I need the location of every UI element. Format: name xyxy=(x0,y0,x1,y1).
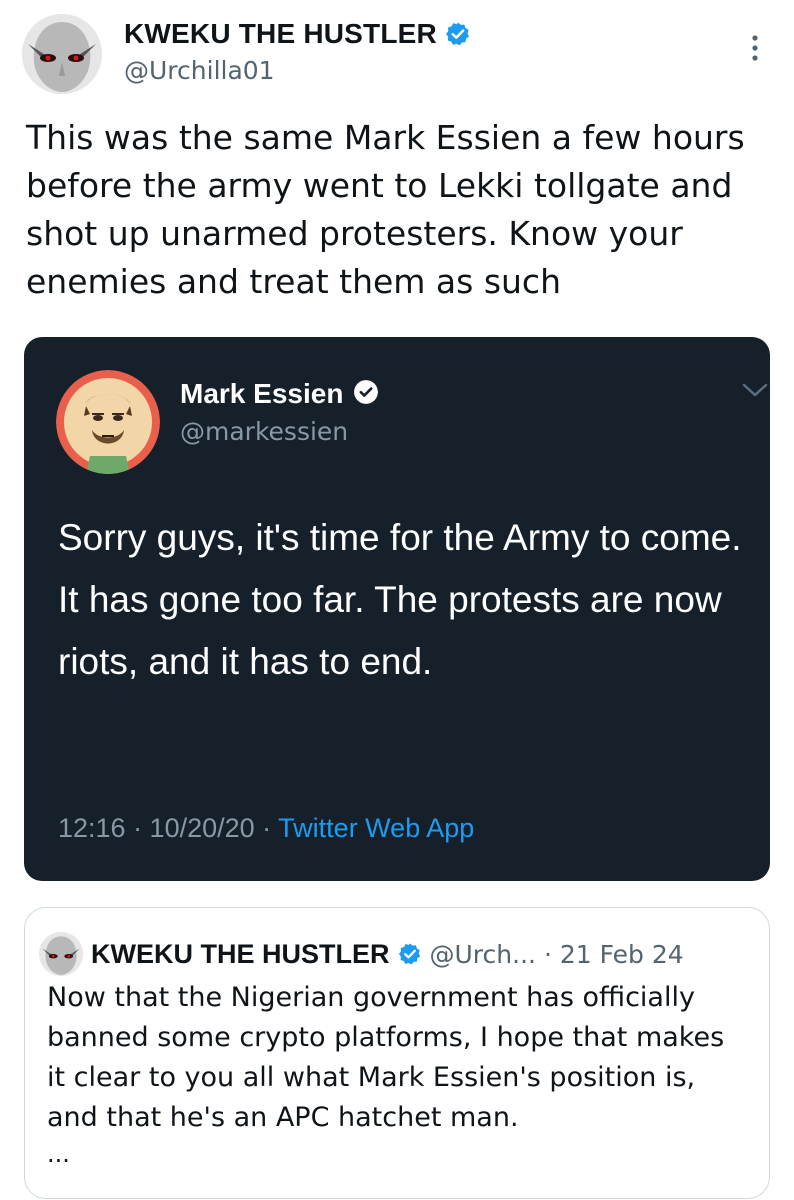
embedded-tweet-text: Sorry guys, it's time for the Army to co… xyxy=(58,517,742,682)
author-name-row[interactable]: KWEKU THE HUSTLER xyxy=(124,18,471,50)
verified-badge-icon xyxy=(445,21,471,47)
author-display-name[interactable]: KWEKU THE HUSTLER xyxy=(124,18,437,50)
embedded-display-name: Mark Essien xyxy=(180,378,344,409)
quoted-tweet-ellipsis: ... xyxy=(47,1140,70,1168)
quoted-handle: @Urch... xyxy=(429,939,536,969)
quoted-date: · 21 Feb 24 xyxy=(543,939,684,969)
embedded-name-row: Mark Essien xyxy=(180,378,379,410)
quoted-tweet-card[interactable]: KWEKU THE HUSTLER @Urch... · 21 Feb 24 N… xyxy=(24,907,770,1199)
embedded-timestamp: 12:16 · 10/20/20 · xyxy=(58,813,279,843)
embedded-source-app: Twitter Web App xyxy=(278,813,475,843)
embedded-avatar xyxy=(56,370,160,474)
author-handle[interactable]: @Urchilla01 xyxy=(124,56,275,85)
tweet-text: This was the same Mark Essien a few hour… xyxy=(26,118,745,301)
quoted-display-name: KWEKU THE HUSTLER xyxy=(91,938,390,969)
quoted-tweet-text: Now that the Nigerian government has off… xyxy=(47,982,725,1133)
embedded-verified-badge-icon xyxy=(353,379,379,409)
more-vertical-icon[interactable] xyxy=(743,32,767,66)
author-avatar[interactable] xyxy=(22,14,102,94)
quoted-tweet-header: KWEKU THE HUSTLER @Urch... · 21 Feb 24 xyxy=(39,932,684,976)
embedded-tweet-meta: 12:16 · 10/20/20 · Twitter Web App xyxy=(58,813,474,844)
embedded-tweet-image[interactable]: Mark Essien @markessien Sorry guys, it's… xyxy=(24,337,770,881)
chevron-down-icon xyxy=(740,381,770,401)
embedded-handle: @markessien xyxy=(180,417,349,446)
quoted-author-avatar xyxy=(39,932,83,976)
quoted-verified-badge-icon xyxy=(398,942,422,966)
